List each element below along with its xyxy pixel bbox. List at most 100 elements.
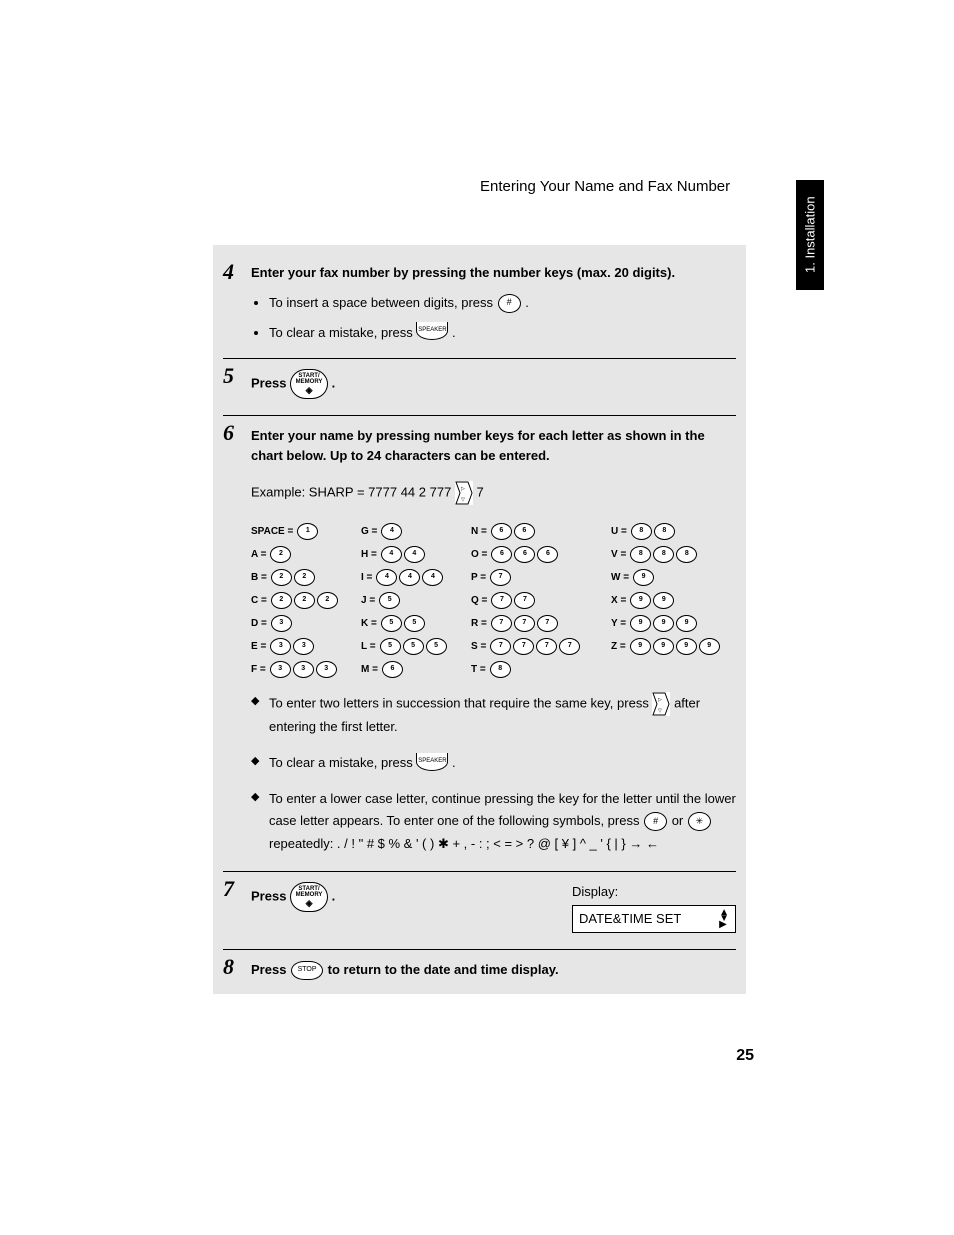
- number-key-icon: 2: [271, 592, 292, 609]
- step-7: 7 Press START/ MEMORY ◈ . Display: DATE&…: [223, 871, 736, 933]
- char-entry: U =88: [611, 523, 751, 540]
- svg-text:▷: ▷: [658, 697, 662, 703]
- char-entry: SPACE =1: [251, 523, 361, 540]
- number-key-icon: 6: [491, 523, 512, 540]
- character-chart: SPACE =1G =4N =66U =88A =2H =44O =666V =…: [251, 523, 736, 678]
- number-key-icon: 5: [380, 638, 401, 655]
- char-entry: E =33: [251, 638, 361, 655]
- number-key-icon: 4: [381, 546, 402, 563]
- step-number: 6: [223, 420, 234, 446]
- step-4-heading: Enter your fax number by pressing the nu…: [251, 263, 736, 283]
- page-number: 25: [736, 1047, 754, 1065]
- hash-key-icon: #: [498, 294, 521, 313]
- number-key-icon: 5: [379, 592, 400, 609]
- number-key-icon: 9: [653, 638, 674, 655]
- char-entry: D =3: [251, 615, 361, 632]
- display-label: Display:: [572, 882, 736, 902]
- start-memory-key-icon: START/ MEMORY ◈: [290, 369, 328, 399]
- display-lcd: DATE&TIME SET ▲▼▶: [572, 905, 736, 933]
- number-key-icon: 3: [293, 661, 314, 678]
- number-key-icon: 4: [399, 569, 420, 586]
- step-number: 7: [223, 876, 234, 902]
- step-number: 4: [223, 259, 234, 285]
- step-6-note-3: To enter a lower case letter, continue p…: [251, 788, 736, 854]
- start-memory-key-icon: START/ MEMORY ◈: [290, 882, 328, 912]
- char-entry: Q =77: [471, 592, 611, 609]
- step-4-bullet-1: To insert a space between digits, press …: [269, 293, 736, 313]
- speaker-key-icon: SPEAKER: [416, 753, 448, 771]
- char-entry: G =4: [361, 523, 471, 540]
- number-key-icon: 9: [653, 592, 674, 609]
- step-6-note-2: To clear a mistake, press SPEAKER .: [251, 752, 736, 774]
- char-entry: B =22: [251, 569, 361, 586]
- step-4-bullet-2: To clear a mistake, press SPEAKER .: [269, 323, 736, 343]
- char-entry: P =7: [471, 569, 611, 586]
- number-key-icon: 8: [654, 523, 675, 540]
- number-key-icon: 2: [294, 569, 315, 586]
- step-6: 6 Enter your name by pressing number key…: [223, 415, 736, 854]
- hash-key-icon: #: [644, 812, 667, 831]
- stop-key-icon: STOP: [291, 961, 323, 980]
- number-key-icon: 9: [676, 638, 697, 655]
- number-key-icon: 3: [270, 661, 291, 678]
- step-number: 8: [223, 954, 234, 980]
- number-key-icon: 5: [426, 638, 447, 655]
- svg-text:▽: ▽: [461, 497, 465, 503]
- number-key-icon: 7: [514, 592, 535, 609]
- char-entry: Y =999: [611, 615, 751, 632]
- char-entry: R =777: [471, 615, 611, 632]
- number-key-icon: 7: [537, 615, 558, 632]
- number-key-icon: 7: [491, 615, 512, 632]
- char-entry: J =5: [361, 592, 471, 609]
- number-key-icon: 6: [514, 546, 535, 563]
- number-key-icon: 4: [376, 569, 397, 586]
- number-key-icon: 8: [490, 661, 511, 678]
- number-key-icon: 6: [514, 523, 535, 540]
- char-entry: F =333: [251, 661, 361, 678]
- number-key-icon: 7: [536, 638, 557, 655]
- number-key-icon: 6: [537, 546, 558, 563]
- char-entry: A =2: [251, 546, 361, 563]
- char-entry: W =9: [611, 569, 751, 586]
- number-key-icon: 2: [317, 592, 338, 609]
- char-entry: K =55: [361, 615, 471, 632]
- press-label: Press: [251, 376, 290, 391]
- step-8: 8 Press STOP to return to the date and t…: [223, 949, 736, 980]
- step-number: 5: [223, 363, 234, 389]
- chapter-tab: 1. Installation: [796, 180, 824, 290]
- right-arrow-key-icon: ▷▽: [455, 481, 473, 505]
- number-key-icon: 2: [270, 546, 291, 563]
- number-key-icon: 7: [514, 615, 535, 632]
- number-key-icon: 9: [630, 592, 651, 609]
- number-key-icon: 5: [381, 615, 402, 632]
- number-key-icon: 9: [630, 615, 651, 632]
- number-key-icon: 5: [404, 615, 425, 632]
- number-key-icon: 9: [633, 569, 654, 586]
- number-key-icon: 9: [676, 615, 697, 632]
- char-entry: T =8: [471, 661, 611, 678]
- right-arrow-key-icon: ▷▽: [652, 692, 670, 716]
- number-key-icon: 7: [559, 638, 580, 655]
- number-key-icon: 8: [631, 523, 652, 540]
- display-text: DATE&TIME SET: [579, 909, 681, 929]
- char-entry: L =555: [361, 638, 471, 655]
- number-key-icon: 7: [513, 638, 534, 655]
- number-key-icon: 1: [297, 523, 318, 540]
- number-key-icon: 3: [316, 661, 337, 678]
- number-key-icon: 2: [294, 592, 315, 609]
- example-line: Example: SHARP = 7777 44 2 777 ▷▽ 7: [251, 481, 736, 505]
- number-key-icon: 9: [630, 638, 651, 655]
- number-key-icon: 8: [676, 546, 697, 563]
- number-key-icon: 3: [271, 615, 292, 632]
- number-key-icon: 5: [403, 638, 424, 655]
- number-key-icon: 3: [293, 638, 314, 655]
- step-6-heading: Enter your name by pressing number keys …: [251, 426, 736, 465]
- number-key-icon: 8: [653, 546, 674, 563]
- number-key-icon: 4: [404, 546, 425, 563]
- char-entry: M =6: [361, 661, 471, 678]
- char-entry: N =66: [471, 523, 611, 540]
- svg-text:▽: ▽: [658, 708, 662, 714]
- up-down-arrow-icon: ▲▼▶: [719, 910, 729, 928]
- number-key-icon: 6: [382, 661, 403, 678]
- char-entry: S =7777: [471, 638, 611, 655]
